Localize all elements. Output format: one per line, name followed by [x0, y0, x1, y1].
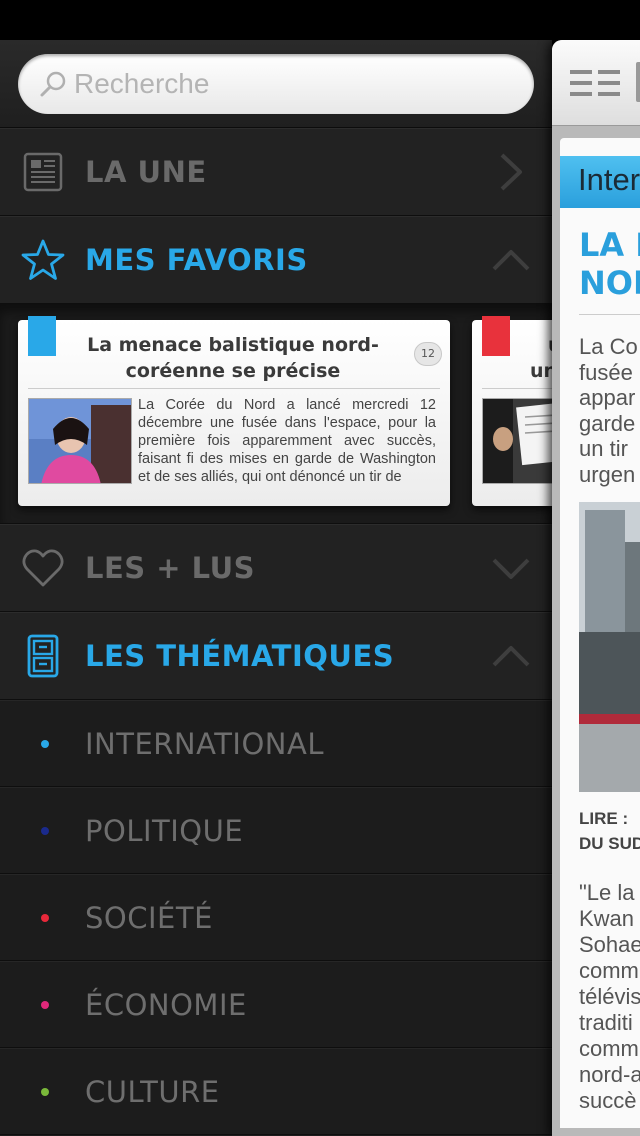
divider [482, 388, 552, 389]
theme-label: POLITIQUE [85, 813, 244, 848]
theme-label: INTERNATIONAL [85, 726, 324, 761]
article-card: Inter LA M NOR La Co fusée appar garde u… [560, 138, 640, 1128]
theme-label: SOCIÉTÉ [85, 900, 213, 935]
theme-item-societe[interactable]: SOCIÉTÉ [0, 874, 552, 961]
section-label: LA UNE [85, 155, 207, 189]
article-photo [579, 502, 640, 792]
read-more-link[interactable]: LIRE : DU SUD [579, 806, 640, 856]
article-panel[interactable]: Inter LA M NOR La Co fusée appar garde u… [552, 40, 640, 1136]
theme-label: ÉCONOMIE [85, 987, 247, 1022]
heart-icon [22, 549, 64, 587]
favorite-thumbnail [28, 398, 132, 484]
favorite-excerpt: La Corée du Nord a lancé mercredi 12 déc… [138, 397, 436, 485]
section-plus-lus[interactable]: LES + LUS [0, 524, 552, 612]
theme-dot [41, 1000, 49, 1009]
star-icon [21, 239, 65, 280]
favorite-title: La menace balistique nord-coréenne se pr… [87, 334, 379, 382]
divider [579, 314, 640, 315]
article-body: "Le la Kwan Sohae comm télévis traditi c… [579, 880, 640, 1113]
divider [28, 388, 440, 389]
section-la-une[interactable]: LA UNE [0, 128, 552, 216]
article-lead: La Co fusée appar garde un tir urgen [579, 334, 638, 487]
article-headline: LA M NOR [579, 226, 640, 302]
category-badge: Inter [560, 156, 640, 208]
search-bar [0, 40, 552, 128]
theme-label: CULTURE [85, 1074, 220, 1109]
theme-item-economie[interactable]: ÉCONOMIE [0, 961, 552, 1048]
chevron-down-icon [492, 558, 530, 579]
favorites-carousel[interactable]: La menace balistique nord-coréenne se pr… [0, 304, 552, 524]
theme-list: INTERNATIONAL POLITIQUE SOCIÉTÉ ÉCONOMIE… [0, 700, 552, 1135]
newspaper-icon [23, 152, 63, 192]
search-field[interactable] [18, 54, 534, 114]
toolbar-tab [636, 62, 640, 102]
chevron-up-icon [492, 646, 530, 667]
favorite-card[interactable]: La menace balistique nord-coréenne se pr… [18, 316, 450, 506]
cabinet-icon [27, 634, 59, 678]
search-icon [40, 71, 66, 97]
section-label: LES THÉMATIQUES [85, 639, 395, 673]
theme-item-culture[interactable]: CULTURE [0, 1048, 552, 1135]
theme-dot [41, 913, 49, 922]
favorite-card[interactable]: u un [472, 316, 552, 506]
menu-toggle-icon[interactable] [570, 70, 622, 96]
search-input[interactable] [74, 68, 474, 100]
article-toolbar [552, 40, 640, 126]
category-tag [482, 316, 510, 356]
chevron-up-icon [492, 250, 530, 271]
theme-dot [41, 826, 49, 835]
category-tag [28, 316, 56, 356]
theme-item-politique[interactable]: POLITIQUE [0, 787, 552, 874]
section-thematiques[interactable]: LES THÉMATIQUES [0, 612, 552, 700]
section-favoris[interactable]: MES FAVORIS [0, 216, 552, 304]
theme-dot [41, 739, 49, 748]
chevron-right-icon [500, 153, 522, 191]
theme-dot [41, 1087, 49, 1096]
section-label: MES FAVORIS [85, 243, 308, 277]
comment-count-badge: 12 [414, 342, 442, 366]
section-label: LES + LUS [85, 551, 256, 585]
theme-item-international[interactable]: INTERNATIONAL [0, 700, 552, 787]
side-menu: LA UNE MES FAVORIS La menace balistique … [0, 40, 552, 1136]
favorite-thumbnail [482, 398, 552, 484]
